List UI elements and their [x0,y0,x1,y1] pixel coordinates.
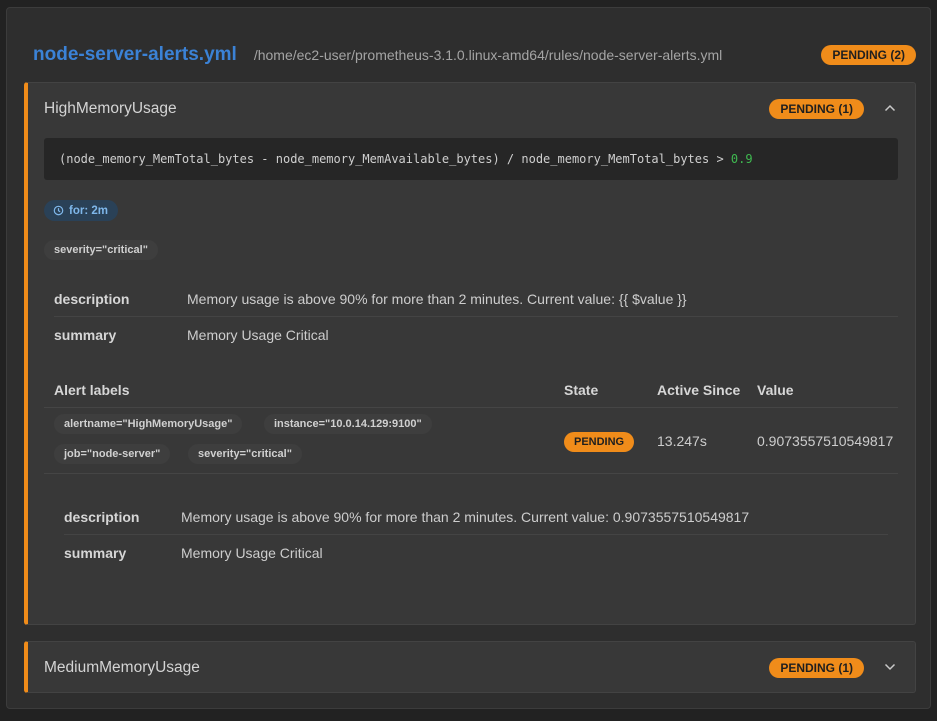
alert-state-badge: PENDING [564,432,635,452]
rule-file-path: /home/ec2-user/prometheus-3.1.0.linux-am… [253,47,723,63]
rule-group-panel: node-server-alerts.yml /home/ec2-user/pr… [6,7,931,709]
rule-file-title: node-server-alerts.yml [33,44,237,65]
rule-expression: (node_memory_MemTotal_bytes - node_memor… [44,138,898,180]
table-row: alertname="HighMemoryUsage" instance="10… [44,408,898,474]
rule-header[interactable]: HighMemoryUsage PENDING (1) [44,97,899,121]
annotation-key: summary [64,545,127,561]
annotation-row: summary Memory Usage Critical [54,317,898,353]
rule-card-high-memory-usage: HighMemoryUsage PENDING (1) (node_memory… [24,82,916,625]
annotation-value: Memory Usage Critical [181,545,323,561]
clock-icon [53,205,64,216]
annotation-value: Memory usage is above 90% for more than … [181,508,750,525]
expression-threshold: 0.9 [730,152,753,166]
annotation-row: description Memory usage is above 90% fo… [54,281,898,317]
chevron-up-icon[interactable] [881,99,899,117]
for-duration-text: for: 2m [69,204,108,217]
column-header-state: State [564,382,599,398]
rule-annotations: description Memory usage is above 90% fo… [54,281,898,353]
alerts-table-header: Alert labels State Active Since Value [44,372,898,408]
rule-name: HighMemoryUsage [44,100,177,117]
rule-label-chip: severity="critical" [44,240,158,260]
annotation-key: description [54,290,130,307]
alert-label-chip: alertname="HighMemoryUsage" [54,414,243,434]
column-header-value: Value [757,382,794,398]
column-header-alert-labels: Alert labels [54,382,130,398]
annotation-key: description [64,508,140,525]
rule-header[interactable]: MediumMemoryUsage PENDING (1) [44,656,899,680]
alert-label-chip: job="node-server" [54,444,171,464]
rule-card-medium-memory-usage: MediumMemoryUsage PENDING (1) [24,641,916,693]
alert-annotations: description Memory usage is above 90% fo… [64,499,888,571]
chevron-down-icon[interactable] [881,658,899,676]
annotation-value: Memory usage is above 90% for more than … [187,290,687,307]
rule-file-header: node-server-alerts.yml /home/ec2-user/pr… [33,41,916,69]
rule-status-badge: PENDING (1) [769,99,864,119]
annotation-row: summary Memory Usage Critical [64,535,888,571]
column-header-active-since: Active Since [657,382,741,398]
annotation-key: summary [54,327,117,343]
expression-text: (node_memory_MemTotal_bytes - node_memor… [59,152,731,166]
rule-status-badge: PENDING (1) [769,658,864,678]
alert-label-chip: instance="10.0.14.129:9100" [264,414,432,434]
alert-value: 0.9073557510549817 [757,433,894,449]
alert-active-since: 13.247s [657,433,707,449]
for-duration-pill: for: 2m [44,200,118,221]
file-status-badge: PENDING (2) [821,45,916,65]
annotation-row: description Memory usage is above 90% fo… [64,499,888,535]
rule-name: MediumMemoryUsage [44,659,200,676]
alert-label-chip: severity="critical" [188,444,302,464]
annotation-value: Memory Usage Critical [187,327,329,343]
